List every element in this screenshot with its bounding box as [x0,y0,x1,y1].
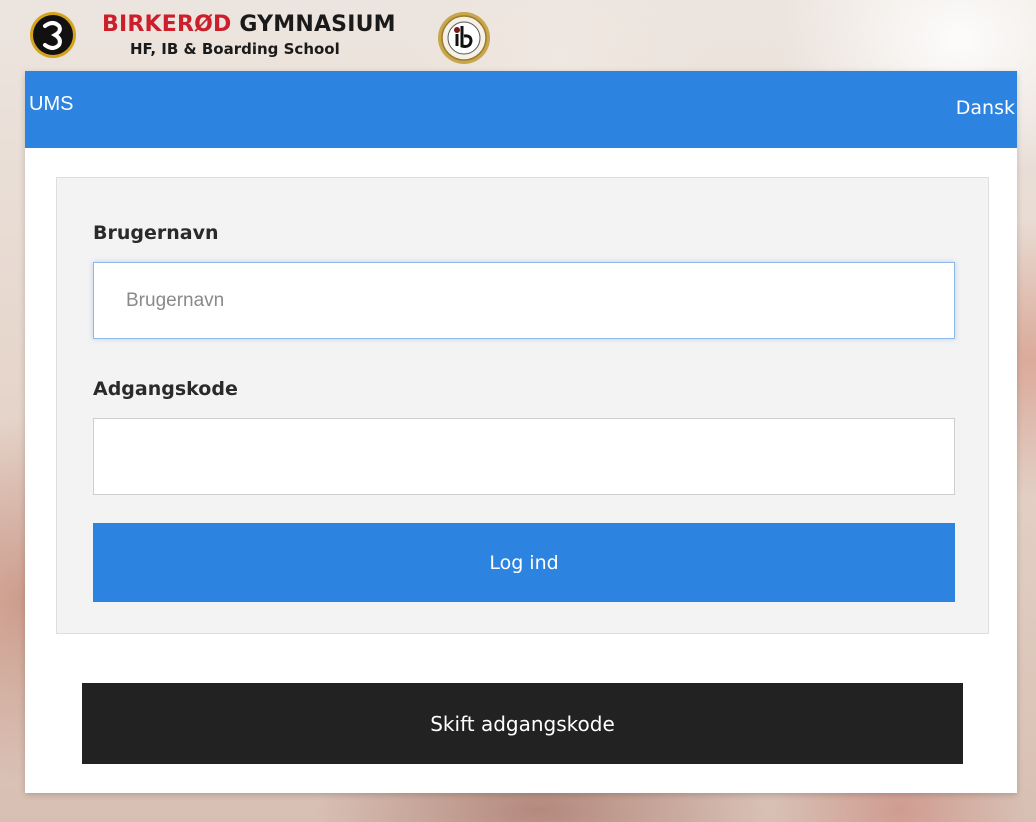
school-brand: BIRKERØD GYMNASIUM HF, IB & Boarding Sch… [28,8,508,68]
ib-seal-logo [438,12,490,64]
app-title: UMS [29,93,74,115]
login-form: Brugernavn Adgangskode Log ind [56,177,989,634]
login-card: UMS Dansk Brugernavn Adgangskode Log ind… [25,71,1017,793]
school-name-red: BIRKERØD [102,12,232,37]
username-label: Brugernavn [93,222,219,244]
password-label: Adgangskode [93,378,238,400]
change-password-button[interactable]: Skift adgangskode [82,683,963,764]
school-subtitle: HF, IB & Boarding School [130,40,340,58]
school-name: BIRKERØD GYMNASIUM [102,12,396,38]
app-header-bar: UMS Dansk [25,71,1017,148]
password-input[interactable] [93,418,955,495]
language-switch-link[interactable]: Dansk [956,97,1015,119]
school-name-dark: GYMNASIUM [239,12,396,37]
login-button[interactable]: Log ind [93,523,955,602]
birkerod-crest-logo [30,12,76,58]
username-input[interactable] [93,262,955,339]
